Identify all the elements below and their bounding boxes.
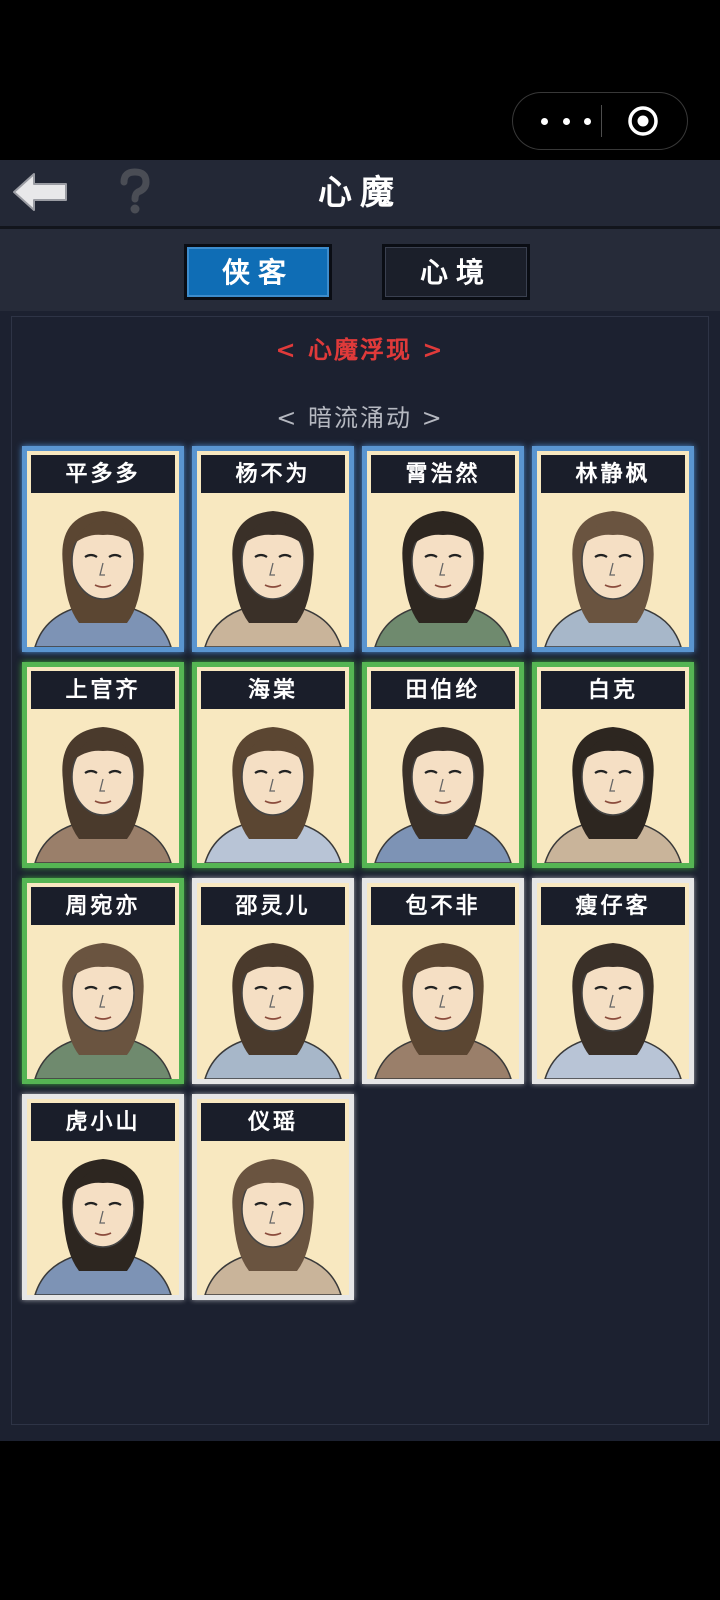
character-name: 上官齐 (31, 671, 175, 709)
character-portrait (537, 711, 689, 863)
character-card[interactable]: 林静枫 (532, 446, 694, 652)
target-circle-icon[interactable] (627, 105, 659, 137)
character-portrait (197, 495, 349, 647)
page-title: 心魔 (318, 173, 402, 213)
character-portrait (197, 711, 349, 863)
more-dots-icon[interactable] (541, 109, 591, 133)
section-heading-xinmo: < 心魔浮现 > (275, 335, 445, 364)
character-portrait (537, 927, 689, 1079)
character-name: 周宛亦 (31, 887, 175, 925)
tab-bar: 侠客 心境 (0, 229, 720, 311)
character-card[interactable]: 白克 (532, 662, 694, 868)
character-card[interactable]: 海棠 (192, 662, 354, 868)
tab-xiake[interactable]: 侠客 (184, 244, 332, 300)
tab-xinjing[interactable]: 心境 (382, 244, 530, 300)
section-heading-anliu: < 暗流涌动 > (276, 404, 444, 432)
character-card[interactable]: 仪瑶 (192, 1094, 354, 1300)
bottom-area (0, 1441, 720, 1600)
character-card[interactable]: 虎小山 (22, 1094, 184, 1300)
character-name: 平多多 (31, 455, 175, 493)
character-card[interactable]: 田伯纶 (362, 662, 524, 868)
character-name: 霄浩然 (371, 455, 515, 493)
character-name: 包不非 (371, 887, 515, 925)
character-name: 白克 (541, 671, 685, 709)
character-portrait (367, 927, 519, 1079)
character-name: 海棠 (201, 671, 345, 709)
back-arrow-icon[interactable] (10, 166, 72, 218)
character-name: 田伯纶 (371, 671, 515, 709)
character-card[interactable]: 邵灵儿 (192, 878, 354, 1084)
character-portrait (27, 1143, 179, 1295)
character-card[interactable]: 包不非 (362, 878, 524, 1084)
character-name: 瘦仔客 (541, 887, 685, 925)
character-portrait (197, 927, 349, 1079)
character-portrait (27, 495, 179, 647)
character-card[interactable]: 瘦仔客 (532, 878, 694, 1084)
character-card[interactable]: 周宛亦 (22, 878, 184, 1084)
character-portrait (367, 495, 519, 647)
character-card[interactable]: 霄浩然 (362, 446, 524, 652)
character-card[interactable]: 杨不为 (192, 446, 354, 652)
character-portrait (27, 711, 179, 863)
character-name: 虎小山 (31, 1103, 175, 1141)
character-card[interactable]: 平多多 (22, 446, 184, 652)
character-name: 邵灵儿 (201, 887, 345, 925)
character-card[interactable]: 上官齐 (22, 662, 184, 868)
character-name: 仪瑶 (201, 1103, 345, 1141)
character-portrait (367, 711, 519, 863)
title-bar: 心魔 (0, 160, 720, 229)
character-portrait (27, 927, 179, 1079)
character-portrait (537, 495, 689, 647)
character-name: 林静枫 (541, 455, 685, 493)
capsule-divider (601, 105, 602, 137)
question-mark-icon[interactable] (114, 168, 156, 216)
character-portrait (197, 1143, 349, 1295)
character-name: 杨不为 (201, 455, 345, 493)
mini-program-capsule (512, 92, 688, 150)
